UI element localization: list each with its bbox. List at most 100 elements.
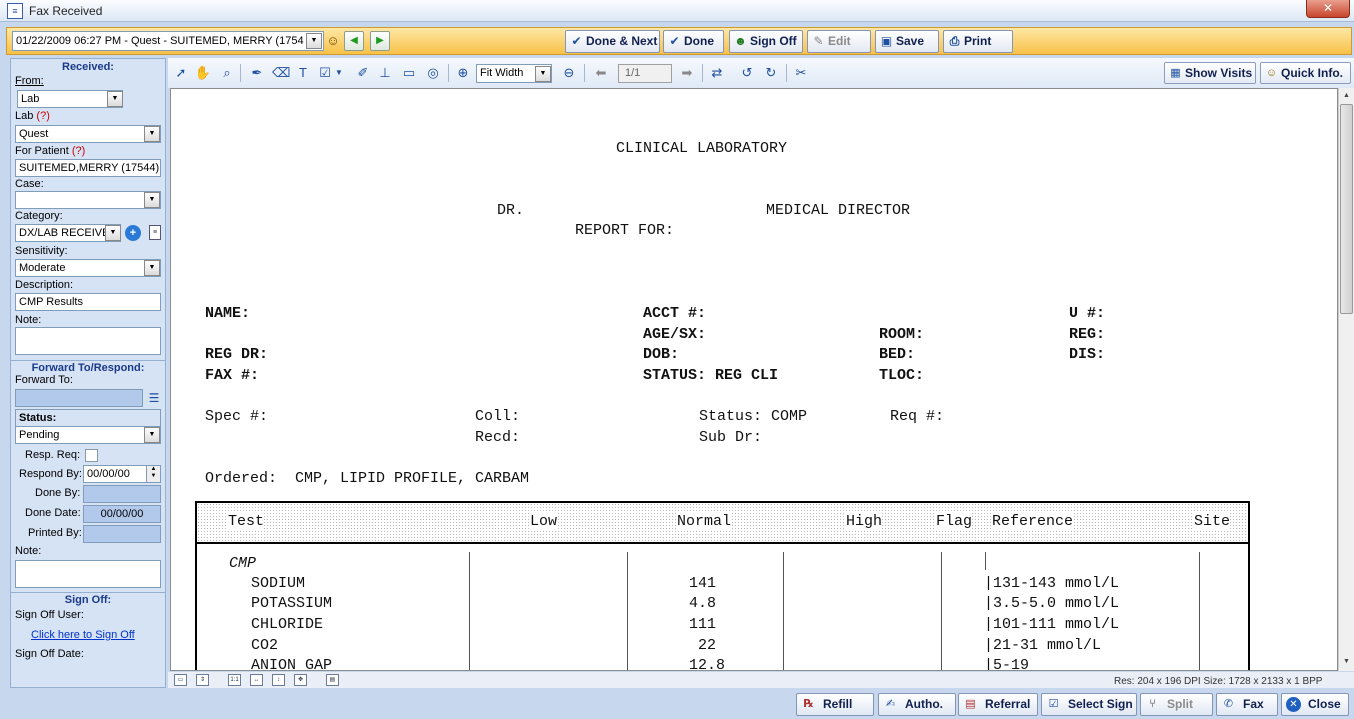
stamp-icon[interactable]: ⊥ [376,64,394,82]
tools-icon[interactable]: ✂ [792,64,810,82]
fit-vertical-icon[interactable]: ↕ [272,674,285,686]
done-button[interactable]: ✔ Done [663,30,724,53]
text-tool-icon[interactable]: T [294,64,312,82]
sign-off-button[interactable]: ☻ Sign Off [729,30,803,53]
reg-field-label: REG: [1069,326,1106,343]
fit-all-icon[interactable]: ✥ [294,674,307,686]
referral-label: Referral [985,697,1031,711]
save-button[interactable]: ▣ Save [875,30,939,53]
select-sign-button[interactable]: ☑ Select Sign [1041,693,1137,716]
zoom-in-icon[interactable]: ⊕ [454,64,472,82]
col-flag: Flag [936,513,973,530]
show-visits-button[interactable]: ▦ Show Visits [1164,62,1256,84]
next-record-button[interactable]: ▶ [370,31,390,51]
done-next-button[interactable]: ✔ Done & Next [565,30,660,53]
refill-button[interactable]: ℞ Refill [796,693,874,716]
viewer-scrollbar[interactable]: ▲ ▼ [1338,88,1354,671]
case-dropdown-icon[interactable]: ▼ [144,192,160,208]
done-date-field[interactable]: 00/00/00 [83,505,161,523]
printed-by-field[interactable] [83,525,161,543]
rotate-left-icon[interactable]: ↺ [738,64,756,82]
zoom-dropdown-icon[interactable]: ▼ [535,66,551,82]
patient-label: For Patient (?) [15,145,86,157]
pan-hand-icon[interactable]: ✋ [194,64,212,82]
scroll-thumb[interactable] [1340,104,1353,314]
record-selector[interactable]: 01/22/2009 06:27 PM - Quest - SUITEMED, … [12,31,324,51]
signoff-link[interactable]: Click here to Sign Off [31,629,135,641]
resp-req-checkbox[interactable] [85,449,98,462]
description-field[interactable]: CMP Results [15,293,161,311]
patient-field[interactable]: SUITEMED,MERRY (17544) [15,159,161,177]
category-dropdown-icon[interactable]: ▼ [105,225,121,241]
pen-icon[interactable]: ✒ [248,64,266,82]
row-test-potassium: POTASSIUM [251,595,333,612]
quick-info-button[interactable]: ☺ Quick Info. [1260,62,1351,84]
fit-width-icon[interactable]: ↔ [250,674,263,686]
ordered-line: Ordered: CMP, LIPID PROFILE, CARBAM [205,470,530,487]
eraser-icon[interactable]: ⌫ [272,64,290,82]
footer-bar: ℞ Refill ✍ Autho. ▤ Referral ☑ Select Sign ⑂… [0,690,1354,719]
forward-to-field[interactable] [15,389,143,407]
scroll-down-icon[interactable]: ▼ [1339,655,1354,669]
fit-height-icon[interactable]: ⇕ [196,674,209,686]
shape-icon[interactable]: ◎ [424,64,442,82]
fax-viewer[interactable]: CLINICAL LABORATORY DR. MEDICAL DIRECTOR… [170,88,1338,671]
previous-page-icon[interactable]: ⬅ [592,64,610,82]
fax-button[interactable]: ✆ Fax [1216,693,1278,716]
done-by-field[interactable] [83,485,161,503]
fit-page-icon[interactable]: ▭ [174,674,187,686]
edit-button[interactable]: ✎ Edit [807,30,871,53]
show-visits-label: Show Visits [1185,66,1253,80]
flip-icon[interactable]: ⇄ [708,64,726,82]
printer-icon: ⎙ [949,34,960,48]
row-test-sodium: SODIUM [251,575,306,592]
autho-button[interactable]: ✍ Autho. [878,693,956,716]
lab-dropdown-icon[interactable]: ▼ [144,126,160,142]
close-button[interactable]: ✕ Close [1281,693,1349,716]
toolbar-separator [584,64,585,82]
print-button[interactable]: ⎙ Print [943,30,1013,53]
case-select[interactable] [15,191,161,209]
next-page-icon[interactable]: ➡ [678,64,696,82]
thumbnails-icon[interactable]: ▤ [326,674,339,686]
zoom-region-icon[interactable]: ⌕ [218,64,236,82]
coll-label: Coll: [475,408,521,425]
forward-list-icon[interactable]: ☰ [146,390,162,406]
checkmark-icon: ✔ [571,34,582,48]
window-close-button[interactable]: ✕ [1306,0,1350,18]
actual-size-icon[interactable]: 1:1 [228,674,241,686]
note-field[interactable] [15,327,161,355]
zoom-out-icon[interactable]: ⊖ [560,64,578,82]
col-reference: Reference [992,513,1074,530]
status-dropdown-icon[interactable]: ▼ [144,427,160,443]
document-icon[interactable]: ≡ [149,225,161,240]
respond-by-spinner[interactable]: ▲ ▼ [146,466,160,482]
person-icon[interactable]: ☺ [325,32,341,50]
report-for-label: REPORT FOR: [575,222,675,239]
redact-icon[interactable]: ▭ [400,64,418,82]
page-select[interactable]: 1/1 [618,64,672,83]
previous-record-button[interactable]: ◀ [344,31,364,51]
from-dropdown-icon[interactable]: ▼ [107,91,123,107]
row-normal-anion-gap: 12.8 [689,657,726,671]
record-dropdown-icon[interactable]: ▼ [306,33,322,49]
referral-button[interactable]: ▤ Referral [958,693,1038,716]
rotate-right-icon[interactable]: ↻ [762,64,780,82]
add-category-icon[interactable]: + [125,225,141,241]
select-arrow-icon[interactable]: ➚ [172,64,190,82]
highlighter-icon[interactable]: ✐ [354,64,372,82]
stamp-dropdown-icon[interactable]: ▼ [334,64,344,82]
autho-label: Autho. [905,697,943,711]
split-button[interactable]: ⑂ Split [1140,693,1213,716]
sensitivity-dropdown-icon[interactable]: ▼ [144,260,160,276]
edit-label: Edit [828,34,851,48]
note2-field[interactable] [15,560,161,588]
status-select[interactable]: Pending [15,426,161,444]
lab-select[interactable]: Quest [15,125,161,143]
scroll-up-icon[interactable]: ▲ [1339,89,1354,103]
u-field-label: U #: [1069,305,1106,322]
sign-off-label: Sign Off [750,34,797,48]
reg-dr-field-label: REG DR: [205,346,269,363]
sensitivity-select[interactable]: Moderate [15,259,161,277]
checkmark-stamp-icon[interactable]: ☑ [316,64,334,82]
